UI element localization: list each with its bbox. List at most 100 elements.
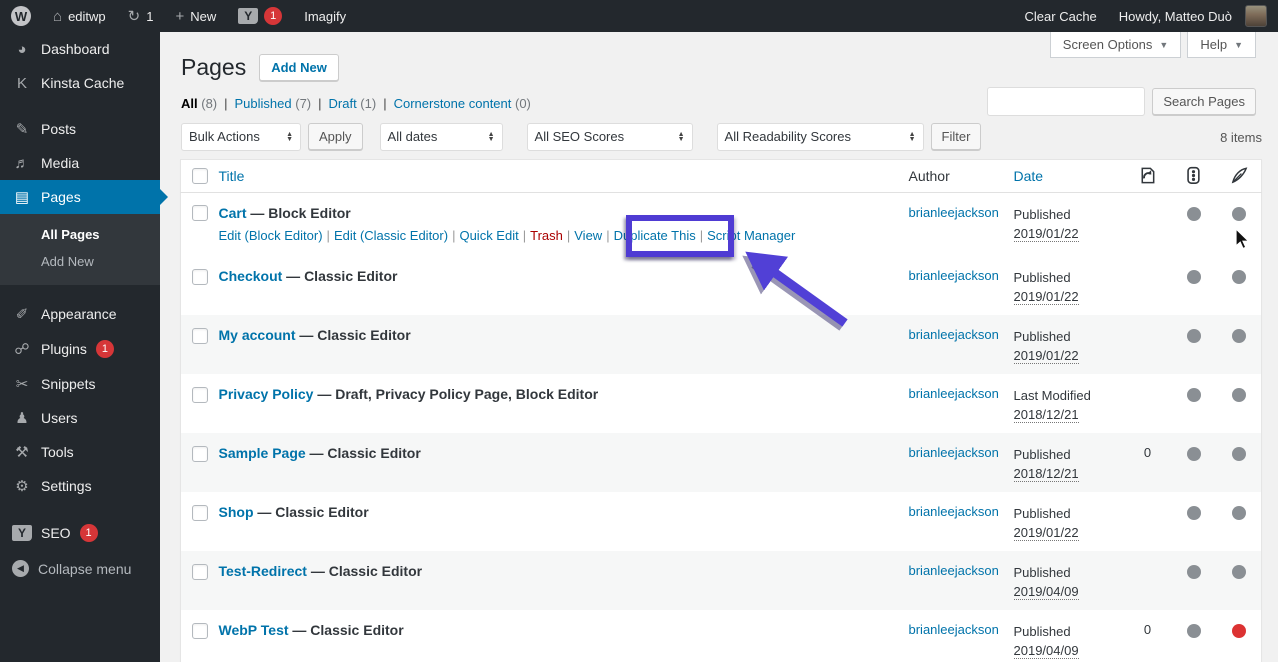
sidebar-item-collapse-menu[interactable]: ◀ Collapse menu: [0, 551, 160, 586]
sidebar-item-pages[interactable]: ▤ Pages: [0, 180, 160, 214]
row-checkbox[interactable]: [192, 205, 208, 222]
howdy-text: Howdy, Matteo Duò: [1118, 8, 1232, 24]
filter-link-cornerstone-content[interactable]: Cornerstone content: [394, 96, 512, 111]
action-link-trash[interactable]: Trash: [530, 228, 563, 243]
apply-button[interactable]: Apply: [308, 123, 363, 151]
sidebar-item-plugins[interactable]: ☍ Plugins 1: [0, 331, 160, 367]
date-value: 2019/04/09: [1013, 584, 1079, 601]
filter-link-draft[interactable]: Draft: [329, 96, 357, 111]
dates-filter-select[interactable]: All dates ▲ ▼: [379, 122, 503, 151]
filter-separator: |: [318, 95, 322, 111]
updates-menu[interactable]: ↻ 1: [117, 0, 165, 32]
sidebar-item-posts[interactable]: ✎ Posts: [0, 112, 160, 146]
date-value: 2019/01/22: [1013, 525, 1079, 542]
page-title-link[interactable]: Shop: [219, 504, 254, 520]
submenu-item-all-pages[interactable]: All Pages: [0, 221, 160, 248]
select-all-checkbox[interactable]: [192, 168, 208, 185]
author-link[interactable]: brianleejackson: [909, 622, 1005, 637]
action-link-quick-edit[interactable]: Quick Edit: [459, 228, 518, 243]
author-link[interactable]: brianleejackson: [909, 445, 1005, 460]
action-link-view[interactable]: View: [574, 228, 602, 243]
sidebar-item-label: SEO: [41, 525, 71, 541]
seo-score-dot: [1186, 388, 1201, 403]
page-title-link[interactable]: My account: [219, 327, 296, 343]
column-header-title[interactable]: Title: [218, 159, 909, 193]
add-new-button[interactable]: Add New: [259, 54, 339, 82]
sidebar-menu: ◕ Dashboard K Kinsta Cache ✎ Posts ♬ Media ▤ Page…: [0, 32, 160, 586]
action-link-script-manager[interactable]: Script Manager: [707, 228, 795, 243]
yoast-notification-badge: 1: [264, 7, 283, 25]
count-badge: 1: [95, 340, 114, 358]
wp-logo-menu[interactable]: W: [0, 0, 42, 32]
sidebar-item-seo[interactable]: Y SEO 1: [0, 515, 160, 551]
site-name-menu[interactable]: ⌂ editwp: [42, 0, 117, 32]
wordpress-logo-icon: W: [11, 6, 31, 26]
sidebar-item-dashboard[interactable]: ◕ Dashboard: [0, 32, 160, 66]
row-checkbox[interactable]: [192, 268, 208, 285]
help-button[interactable]: Help ▼: [1187, 32, 1256, 58]
seo-score-dot: [1186, 565, 1201, 580]
column-header-date[interactable]: Date: [1013, 159, 1126, 193]
submenu-item-add-new[interactable]: Add New: [0, 248, 160, 275]
sidebar-item-appearance[interactable]: ✐ Appearance: [0, 297, 160, 331]
author-link[interactable]: brianleejackson: [909, 563, 1005, 578]
search-input[interactable]: [987, 87, 1146, 116]
row-checkbox[interactable]: [192, 504, 208, 521]
author-link[interactable]: brianleejackson: [909, 205, 1005, 220]
table-row-my-account: My account — Classic Editor brianleejacks…: [180, 315, 1262, 375]
action-link-edit-classic-editor[interactable]: Edit (Classic Editor): [334, 228, 448, 243]
action-separator: |: [326, 227, 330, 243]
page-title-link[interactable]: Cart: [219, 205, 247, 221]
readability-scores-filter-select[interactable]: All Readability Scores ▲ ▼: [716, 122, 924, 151]
page-title-suffix: — Draft, Privacy Policy Page, Block Edit…: [313, 386, 599, 403]
screen-options-button[interactable]: Screen Options ▼: [1049, 32, 1182, 58]
sidebar-item-media[interactable]: ♬ Media: [0, 146, 160, 180]
row-checkbox[interactable]: [192, 445, 208, 462]
seo-score-column-icon: [1187, 167, 1200, 185]
filter-separator: |: [383, 95, 387, 111]
action-link-edit-block-editor[interactable]: Edit (Block Editor): [219, 228, 323, 243]
action-link-duplicate-this[interactable]: Duplicate This: [614, 228, 696, 243]
search-pages-button[interactable]: Search Pages: [1152, 88, 1256, 115]
yoast-notifications-menu[interactable]: Y 1: [227, 0, 293, 32]
filter-count: (8): [197, 95, 218, 111]
page-title-link[interactable]: Test-Redirect: [219, 563, 307, 579]
account-menu[interactable]: Howdy, Matteo Duò: [1108, 0, 1278, 32]
readability-score-dot: [1232, 270, 1247, 285]
sidebar-item-tools[interactable]: ⚒ Tools: [0, 435, 160, 469]
row-checkbox[interactable]: [192, 386, 208, 403]
seo-score-dot: [1186, 506, 1201, 521]
author-link[interactable]: brianleejackson: [909, 268, 1005, 283]
sidebar-item-kinsta-cache[interactable]: K Kinsta Cache: [0, 66, 160, 100]
readability-score-dot: [1232, 447, 1247, 462]
filter-link-all[interactable]: All: [181, 96, 198, 111]
table-row-cart: Cart — Block Editor Edit (Block Editor) | E…: [181, 192, 1262, 256]
redirect-column-icon: [1141, 167, 1155, 184]
table-row-test-redirect: Test-Redirect — Classic Editor brianleeja…: [180, 551, 1262, 611]
page-title-suffix: — Classic Editor: [306, 563, 423, 580]
page-title-link[interactable]: Checkout: [219, 268, 283, 284]
page-title-link[interactable]: WebP Test: [219, 622, 289, 638]
date-value: 2018/12/21: [1013, 466, 1079, 483]
bulk-actions-select[interactable]: Bulk Actions ▲ ▼: [181, 122, 301, 151]
sidebar-item-snippets[interactable]: ✂ Snippets: [0, 367, 160, 401]
imagify-menu[interactable]: Imagify: [293, 0, 357, 32]
filter-button[interactable]: Filter: [930, 123, 982, 151]
author-link[interactable]: brianleejackson: [909, 504, 1005, 519]
seo-scores-filter-select[interactable]: All SEO Scores ▲ ▼: [526, 122, 693, 151]
author-link[interactable]: brianleejackson: [909, 327, 1005, 342]
row-checkbox[interactable]: [192, 622, 208, 639]
row-checkbox[interactable]: [192, 563, 208, 580]
filter-link-published[interactable]: Published: [235, 96, 292, 111]
row-checkbox[interactable]: [192, 327, 208, 344]
author-link[interactable]: brianleejackson: [909, 386, 1005, 401]
sidebar-item-users[interactable]: ♟ Users: [0, 401, 160, 435]
new-content-menu[interactable]: + New: [164, 0, 227, 32]
pages-list-table: Title Author Date Cart — Block Editor Ed…: [180, 158, 1262, 662]
clear-cache-button[interactable]: Clear Cache: [1014, 0, 1108, 32]
page-title-link[interactable]: Sample Page: [219, 445, 306, 461]
sidebar-item-label: Snippets: [41, 376, 96, 392]
sidebar-item-settings[interactable]: ⚙ Settings: [0, 469, 160, 503]
dashboard-icon: ◕: [17, 40, 27, 58]
page-title-link[interactable]: Privacy Policy: [219, 386, 314, 402]
